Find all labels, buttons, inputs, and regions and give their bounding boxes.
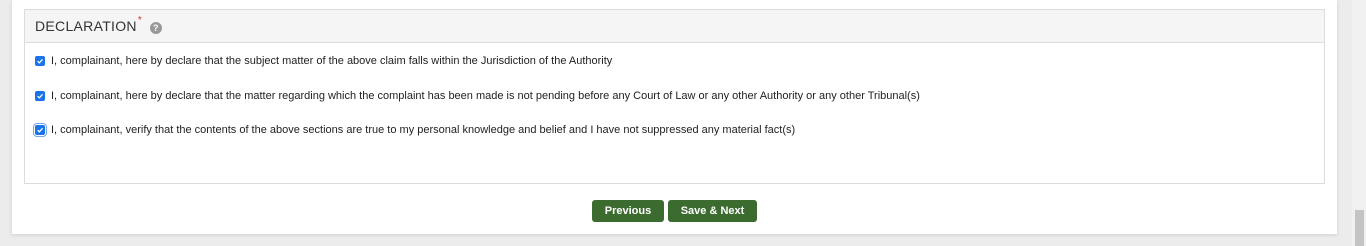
help-icon[interactable]: ? (149, 22, 162, 34)
declaration-title: DECLARATION (35, 18, 137, 34)
save-next-button[interactable]: Save & Next (668, 200, 757, 222)
checkmark-icon (37, 58, 44, 64)
scrollbar-thumb[interactable] (1355, 210, 1364, 246)
checkmark-icon (37, 127, 44, 133)
declaration-text-3: I, complainant, verify that the contents… (51, 124, 796, 136)
declaration-text-2: I, complainant, here by declare that the… (51, 90, 920, 102)
declaration-header: DECLARATION * ? (25, 10, 1324, 43)
declaration-item-2[interactable]: I, complainant, here by declare that the… (35, 90, 920, 102)
declaration-text-1: I, complainant, here by declare that the… (51, 55, 613, 67)
declaration-item-1[interactable]: I, complainant, here by declare that the… (35, 55, 612, 67)
checkmark-icon (37, 93, 44, 99)
declaration-checkbox-3[interactable] (33, 123, 47, 137)
previous-button[interactable]: Previous (592, 200, 664, 222)
page-scrollbar[interactable] (1352, 0, 1366, 246)
declaration-checkbox-2[interactable] (35, 91, 45, 101)
form-card: DECLARATION * ? I, complainant, here by … (12, 0, 1337, 234)
declaration-checkbox-1[interactable] (35, 56, 45, 66)
declaration-item-3[interactable]: I, complainant, verify that the contents… (33, 123, 796, 137)
required-marker: * (137, 14, 142, 26)
declaration-panel: DECLARATION * ? I, complainant, here by … (24, 9, 1325, 184)
